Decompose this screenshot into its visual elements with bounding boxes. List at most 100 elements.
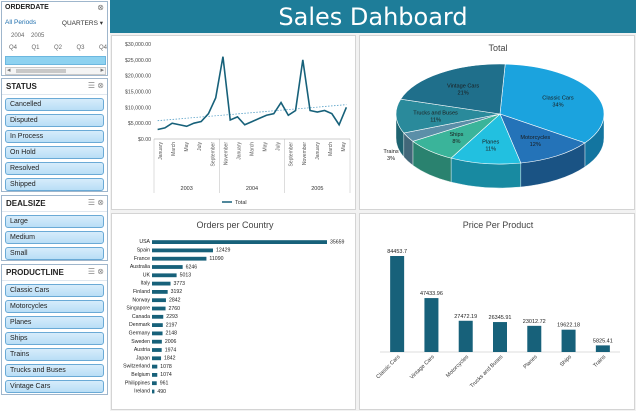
- slicer-item-disputed[interactable]: Disputed: [5, 114, 104, 127]
- slicer-item-classic-cars[interactable]: Classic Cars: [5, 284, 104, 297]
- value-label: 35659: [330, 239, 345, 245]
- value-label: 6246: [186, 264, 198, 270]
- slicer-title: PRODUCTLINE: [6, 268, 64, 277]
- category-label: Finland: [133, 289, 150, 295]
- multiselect-clear-icons[interactable]: ☰ ⊗: [88, 267, 104, 276]
- value-label: 2842: [169, 298, 181, 304]
- year-label: 2003: [181, 186, 193, 192]
- slicer-item-resolved[interactable]: Resolved: [5, 162, 104, 175]
- country-chart-panel[interactable]: Orders per Country USA 35659 Spain 12429 Fran…: [111, 213, 356, 410]
- y-tick-label: $15,000.00: [125, 90, 151, 96]
- timeline-level-dropdown[interactable]: QUARTERS ▾: [62, 19, 103, 27]
- category-label: Austria: [134, 347, 150, 353]
- value-label: 3192: [171, 289, 183, 295]
- category-label: Denmark: [129, 322, 150, 328]
- scroll-right-icon[interactable]: ▸: [100, 66, 104, 74]
- multiselect-clear-icons[interactable]: ☰ ⊗: [88, 198, 104, 207]
- product-pie-chart: Total Classic Cars34% Motorcycles12% Planes…: [383, 43, 605, 189]
- slicer-item-planes[interactable]: Planes: [5, 316, 104, 329]
- bar-ireland: [152, 389, 155, 394]
- slicer-item-small[interactable]: Small: [5, 247, 104, 260]
- slicer-item-trains[interactable]: Trains: [5, 348, 104, 361]
- bar-sweden: [152, 339, 162, 344]
- pie-chart-panel[interactable]: Total Classic Cars 34% Motorcycles 12% Planes…: [359, 35, 635, 210]
- category-label: USA: [139, 239, 150, 245]
- category-label: Belgium: [131, 372, 150, 378]
- x-tick-label: November: [223, 142, 229, 165]
- bar-austria: [152, 348, 162, 352]
- bar-singapore: [152, 306, 166, 311]
- category-label: Trucks and Buses: [469, 354, 504, 389]
- slicer-item-on-hold[interactable]: On Hold: [5, 146, 104, 159]
- slicer-item-ships[interactable]: Ships: [5, 332, 104, 345]
- timeline-scrollbar[interactable]: ◂ ▸: [5, 67, 106, 75]
- value-label: 12429: [216, 248, 231, 254]
- slicer-item-trucks-and-buses[interactable]: Trucks and Buses: [5, 364, 104, 377]
- price-chart-panel[interactable]: Price Per Product 84453.7 Classic Cars 4743…: [359, 213, 635, 410]
- pie-percent-label: 34%: [552, 102, 563, 108]
- category-label: Germany: [129, 331, 151, 337]
- bar-trains: [595, 345, 610, 352]
- bar-motorcycles: [458, 320, 473, 352]
- line-chart-panel[interactable]: $30,000.00 $25,000.00 $20,000.00 $15,000.00…: [111, 35, 356, 210]
- bar-australia: [152, 265, 183, 269]
- category-label: Classic Cars: [375, 354, 401, 380]
- slicer-title: DEALSIZE: [6, 199, 46, 208]
- value-label: 84453.7: [387, 249, 407, 255]
- price-per-product-chart: Price Per Product 84453.7 Classic Cars 4743…: [375, 220, 620, 389]
- bar-classic-cars: [390, 256, 405, 352]
- legend-label: Total: [235, 200, 247, 206]
- dashboard-root: ORDERDATE ⊗ All Periods QUARTERS ▾ 2004 …: [0, 0, 636, 411]
- slicer-item-in-process[interactable]: In Process: [5, 130, 104, 143]
- x-tick-label: March: [250, 142, 256, 156]
- x-tick-label: July: [197, 142, 203, 151]
- dashboard-header: Sales Dahboard: [110, 0, 636, 33]
- timeline-quarter: Q1: [31, 45, 40, 51]
- pie-label: Ships: [449, 132, 463, 138]
- slicer-item-large[interactable]: Large: [5, 215, 104, 228]
- slicer-item-medium[interactable]: Medium: [5, 231, 104, 244]
- bar-denmark: [152, 323, 163, 327]
- value-label: 1842: [164, 356, 176, 362]
- category-label: France: [134, 256, 150, 262]
- slicer-header: STATUS ☰ ⊗: [2, 79, 107, 95]
- x-tick-label: March: [171, 142, 177, 156]
- slicer-item-motorcycles[interactable]: Motorcycles: [5, 300, 104, 313]
- pie-title: Total: [488, 43, 507, 53]
- multiselect-clear-icons[interactable]: ☰ ⊗: [88, 81, 104, 90]
- orders-per-country-chart: Orders per Country USA 35659 Spain 12429 Fran…: [123, 220, 345, 395]
- bar-spain: [152, 248, 213, 253]
- timeline-quarter: Q4: [98, 45, 107, 51]
- value-label: 23012.72: [523, 319, 546, 325]
- x-tick-label: May: [341, 142, 347, 152]
- category-label: Ireland: [134, 389, 150, 395]
- year-label: 2004: [246, 186, 258, 192]
- slicer-item-shipped[interactable]: Shipped: [5, 178, 104, 191]
- pie-percent-label: 11%: [430, 117, 441, 123]
- category-label: Philippines: [125, 380, 150, 386]
- value-label: 1078: [160, 364, 172, 370]
- pie-percent-label: 21%: [457, 91, 468, 97]
- timeline-selection-bar[interactable]: [5, 56, 106, 65]
- bar-usa: [152, 240, 327, 244]
- y-tick-label: $0.00: [138, 137, 151, 143]
- x-tick-label: January: [315, 142, 321, 160]
- timeline-years: 2004 2005: [11, 33, 49, 39]
- filter-clear-icon[interactable]: ⊗: [97, 3, 104, 12]
- y-tick-label: $25,000.00: [125, 58, 151, 64]
- category-label: UK: [143, 272, 151, 278]
- scroll-thumb[interactable]: [16, 69, 66, 73]
- x-tick-label: November: [302, 142, 308, 165]
- year-label: 2005: [311, 186, 323, 192]
- bar-vintage-cars: [424, 298, 439, 352]
- pie-label: Vintage Cars: [447, 84, 479, 90]
- slicer-item-cancelled[interactable]: Cancelled: [5, 98, 104, 111]
- orderdate-timeline[interactable]: ORDERDATE ⊗ All Periods QUARTERS ▾ 2004 …: [1, 1, 108, 76]
- value-label: 2006: [165, 339, 177, 345]
- category-label: Canada: [132, 314, 150, 320]
- category-label: Trains: [592, 354, 607, 369]
- category-label: Norway: [132, 297, 150, 303]
- category-label: Spain: [137, 248, 150, 254]
- scroll-left-icon[interactable]: ◂: [7, 66, 11, 74]
- slicer-item-vintage-cars[interactable]: Vintage Cars: [5, 380, 104, 393]
